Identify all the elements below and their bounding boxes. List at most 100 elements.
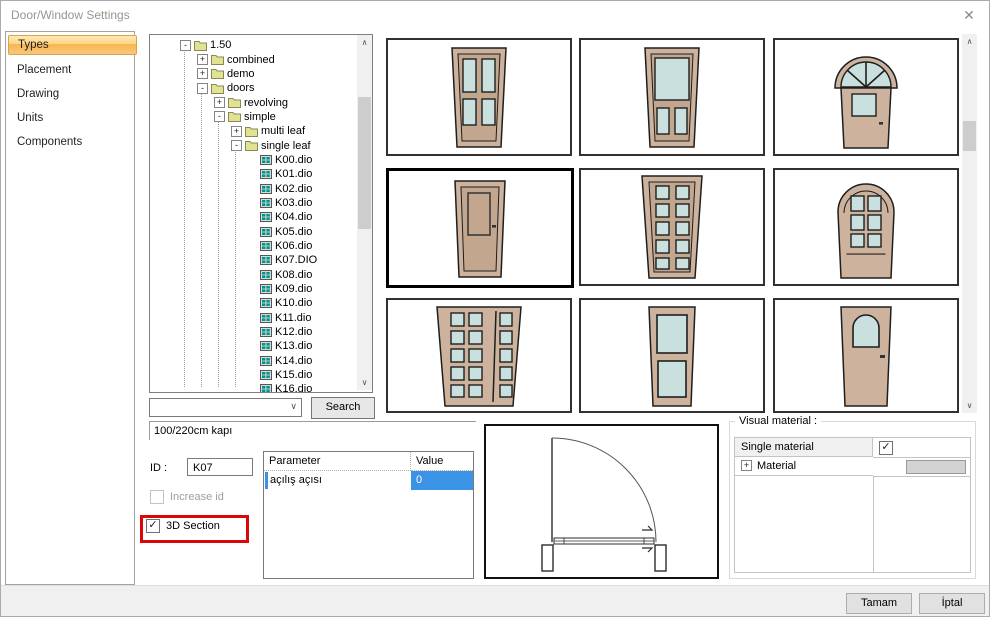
tree-item[interactable]: K02.dio (150, 181, 355, 195)
tree-item[interactable]: K04.dio (150, 210, 355, 224)
folder-icon (245, 126, 258, 137)
collapse-icon[interactable]: - (214, 111, 225, 122)
tree-item[interactable]: K15.dio (150, 368, 355, 382)
tree-item[interactable]: K16.dio (150, 382, 355, 393)
expand-icon[interactable]: + (197, 68, 208, 79)
door-ten-pane (597, 172, 747, 282)
file-icon (260, 169, 272, 179)
type-name-label: 100/220cm kapı (149, 421, 476, 440)
parameter-row[interactable]: açılış açısı 0 (264, 471, 473, 490)
tree-item[interactable]: K12.dio (150, 325, 355, 339)
collapse-icon[interactable]: - (197, 83, 208, 94)
title-bar: Door/Window Settings ✕ (1, 1, 989, 29)
tree-item[interactable]: K11.dio (150, 311, 355, 325)
search-button[interactable]: Search (311, 397, 375, 419)
tree-item[interactable]: K13.dio (150, 339, 355, 353)
parameter-name-cell[interactable]: açılış açısı (264, 471, 411, 490)
preview-scrollbar[interactable]: ∧ ∨ (962, 34, 977, 413)
plan-preview (484, 424, 719, 579)
tree-item[interactable]: K08.dio (150, 268, 355, 282)
checkbox-checked-icon[interactable]: ✓ (146, 519, 160, 533)
door-arch-window (791, 301, 941, 411)
tree-item[interactable]: K00.dio (150, 153, 355, 167)
visual-material-title: Visual material : (735, 415, 821, 427)
search-combobox[interactable]: ∨ (149, 398, 302, 417)
collapse-icon[interactable]: - (180, 40, 191, 51)
tree-item-label: 1.50 (210, 39, 231, 51)
tree-item[interactable]: -single leaf (150, 138, 355, 152)
door-preview-cell[interactable] (773, 298, 959, 413)
tree-item[interactable]: -doors (150, 81, 355, 95)
tree-item[interactable]: K06.dio (150, 239, 355, 253)
tree-item[interactable]: K14.dio (150, 354, 355, 368)
close-icon[interactable]: ✕ (955, 4, 983, 26)
checkbox-checked-icon[interactable]: ✓ (879, 441, 893, 455)
material-color-button[interactable] (906, 460, 966, 474)
material-row[interactable]: +Material (735, 457, 970, 476)
parameter-value-cell[interactable]: 0 (411, 471, 473, 490)
expand-icon[interactable]: + (197, 54, 208, 65)
tree-item[interactable]: K01.dio (150, 167, 355, 181)
column-header-parameter[interactable]: Parameter (264, 452, 411, 471)
preview-scrollbar-thumb[interactable] (963, 121, 976, 151)
scroll-down-icon[interactable]: ∨ (962, 398, 977, 413)
sidebar-item-components[interactable]: Components (8, 132, 137, 152)
folder-icon (211, 54, 224, 65)
tree-item[interactable]: + revolving (150, 95, 355, 109)
checkbox-icon[interactable] (150, 490, 164, 504)
tree-item-label: revolving (244, 97, 288, 109)
scroll-up-icon[interactable]: ∧ (962, 34, 977, 49)
column-header-value[interactable]: Value (411, 452, 473, 471)
door-four-pane (404, 42, 554, 152)
tree-item[interactable]: +demo (150, 67, 355, 81)
expand-icon[interactable]: + (741, 460, 752, 471)
id-input[interactable] (191, 460, 251, 475)
scroll-down-icon[interactable]: ∨ (357, 375, 372, 390)
door-preview-cell[interactable] (579, 298, 765, 413)
tree-item-label: K04.dio (275, 211, 312, 223)
expand-icon[interactable]: + (231, 126, 242, 137)
door-preview-cell[interactable] (773, 38, 959, 156)
door-preview-cell[interactable] (386, 298, 572, 413)
expand-icon[interactable]: + (214, 97, 225, 108)
door-window-settings-dialog: Door/Window Settings ✕ Types Placement D… (0, 0, 990, 617)
single-material-row[interactable]: Single material ✓ (735, 438, 970, 457)
door-preview-cell[interactable] (579, 168, 765, 286)
id-field[interactable] (187, 458, 253, 476)
door-double-leaf (404, 301, 554, 411)
increase-id-checkbox[interactable]: Increase id (150, 490, 224, 504)
door-preview-cell[interactable] (773, 168, 959, 286)
sidebar-item-drawing[interactable]: Drawing (8, 84, 137, 104)
sidebar-item-placement[interactable]: Placement (8, 60, 137, 80)
tree-item[interactable]: -simple (150, 110, 355, 124)
sidebar-item-types[interactable]: Types (8, 35, 137, 55)
footer-bar: Tamam İptal (1, 585, 989, 617)
tree-item-label: multi leaf (261, 125, 305, 137)
door-preview-cell[interactable] (386, 168, 574, 288)
folder-icon (228, 97, 241, 108)
door-preview-cell[interactable] (386, 38, 572, 156)
tree-item-label: K16.dio (275, 383, 312, 393)
tree-item[interactable]: K03.dio (150, 196, 355, 210)
3d-section-checkbox[interactable]: ✓ 3D Section (146, 519, 220, 533)
tree-item[interactable]: + multi leaf (150, 124, 355, 138)
single-material-label: Single material (735, 438, 873, 457)
collapse-icon[interactable]: - (231, 140, 242, 151)
tree-item[interactable]: +combined (150, 52, 355, 66)
tree-scrollbar-thumb[interactable] (358, 97, 371, 229)
tree-item-label: K11.dio (275, 312, 312, 324)
door-preview-cell[interactable] (579, 38, 765, 156)
tree-item[interactable]: K07.DIO (150, 253, 355, 267)
tree-item[interactable]: K10.dio (150, 296, 355, 310)
search-input[interactable] (152, 400, 282, 415)
tree-item[interactable]: K09.dio (150, 282, 355, 296)
cancel-button[interactable]: İptal (919, 593, 985, 614)
ok-button[interactable]: Tamam (846, 593, 912, 614)
tree-item[interactable]: - 1.50 (150, 38, 355, 52)
chevron-down-icon[interactable]: ∨ (290, 401, 297, 412)
tree-scrollbar[interactable]: ∧ ∨ (357, 35, 372, 390)
sidebar-item-units[interactable]: Units (8, 108, 137, 128)
scroll-up-icon[interactable]: ∧ (357, 35, 372, 50)
tree-item[interactable]: K05.dio (150, 224, 355, 238)
tree-item-label: K00.dio (275, 154, 312, 166)
